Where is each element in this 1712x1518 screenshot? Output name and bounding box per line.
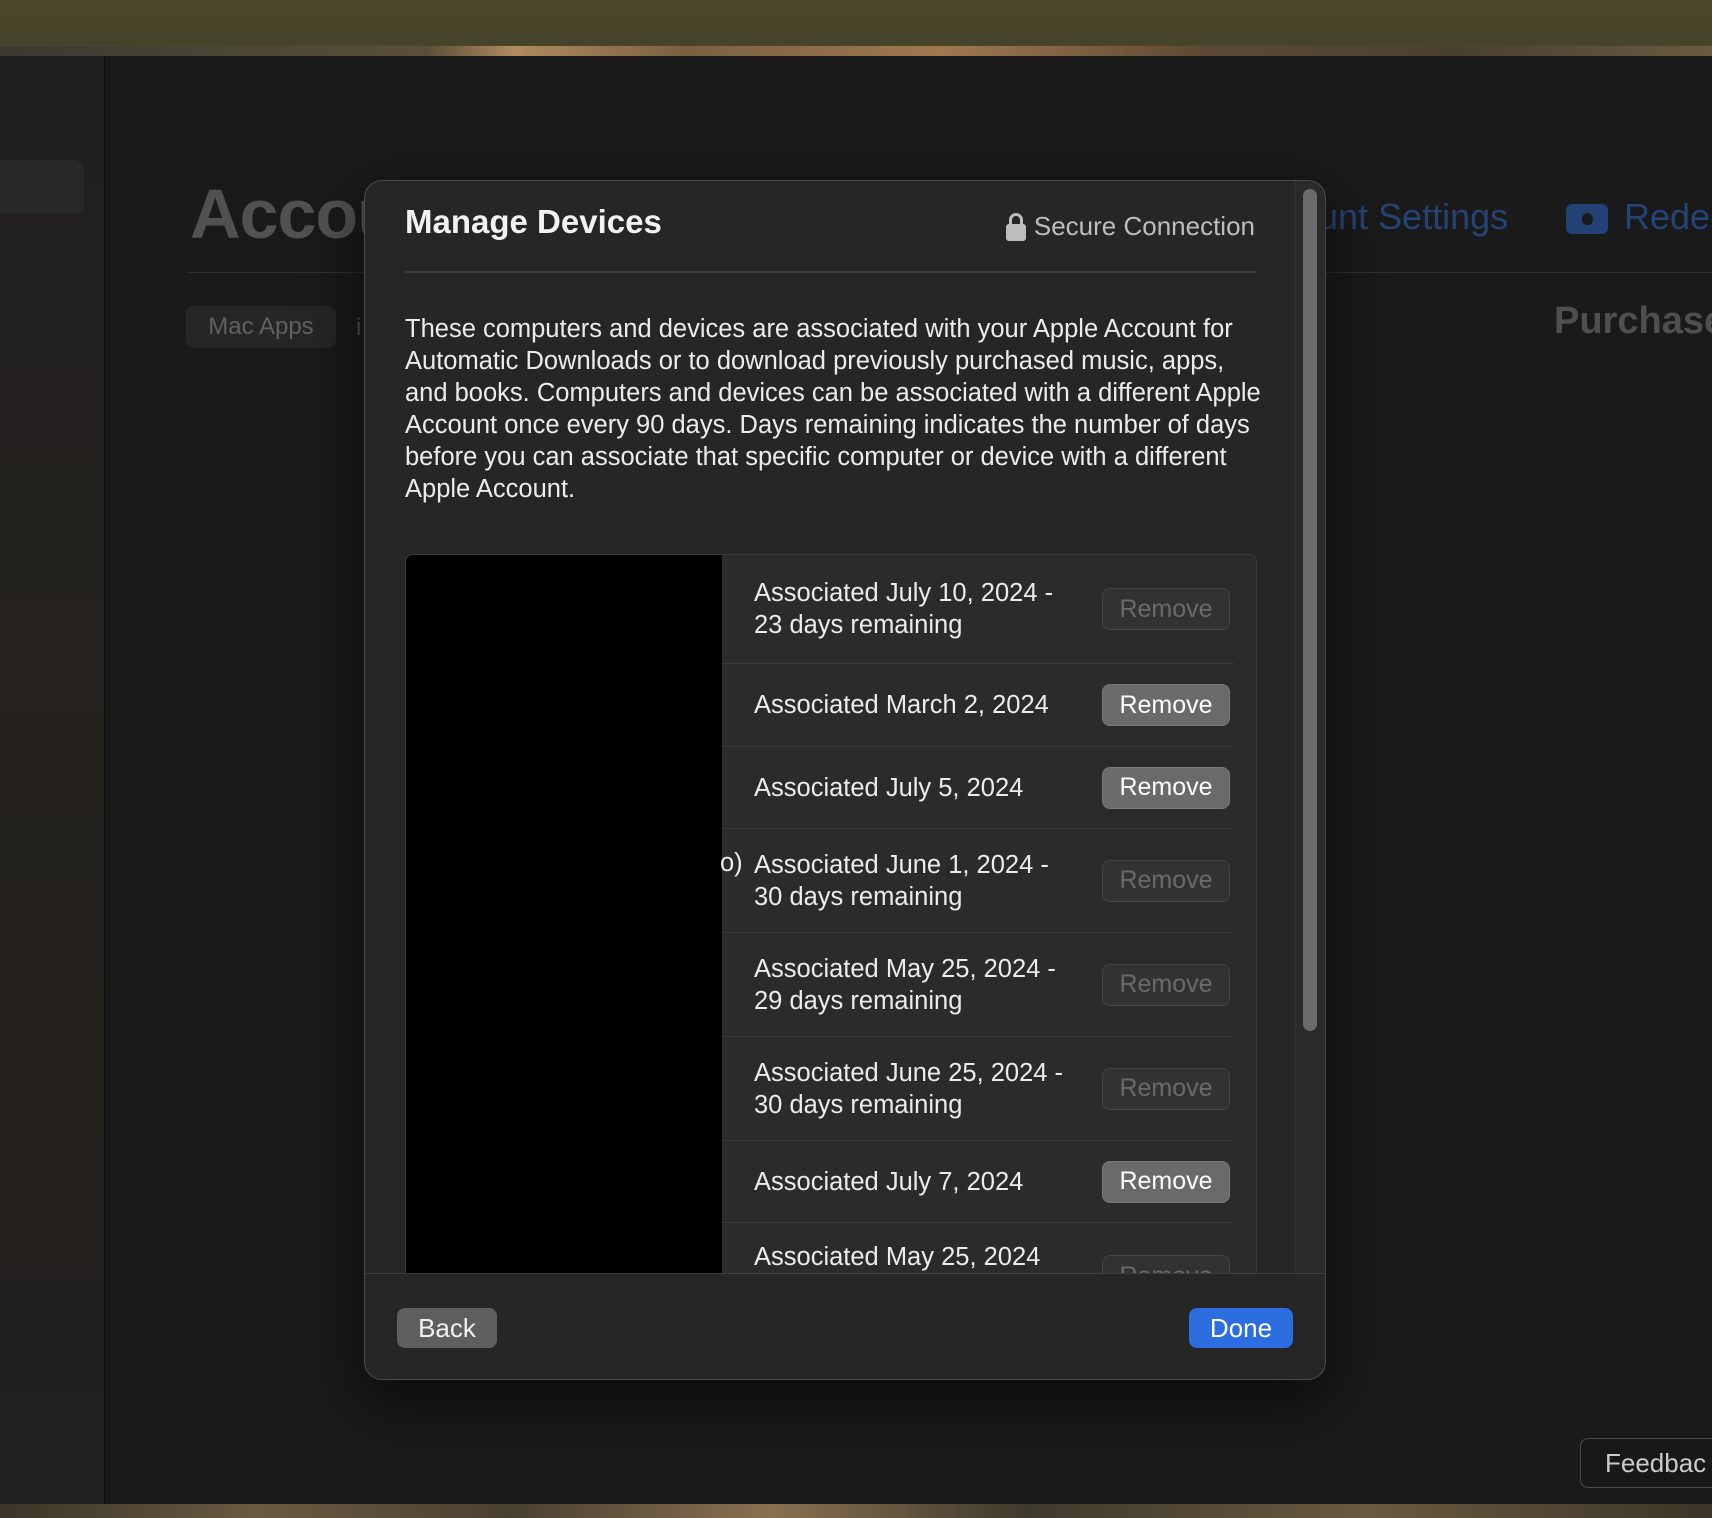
dialog-title: Manage Devices [405, 203, 662, 240]
desktop-wallpaper-bottom [0, 1504, 1712, 1518]
device-association-label: Associated July 7, 2024 [754, 1167, 1024, 1196]
device-list: Associated July 10, 2024 - 23 days remai… [405, 554, 1257, 1273]
secure-connection: Secure Connection [1005, 211, 1255, 242]
remove-device-button[interactable]: Remove [1102, 588, 1230, 630]
lock-icon [1005, 212, 1026, 241]
device-association-label: Associated June 25, 2024 - 30 days remai… [754, 1058, 1064, 1119]
device-row: Associated May 25, 2024 Remove [722, 1223, 1234, 1273]
device-name-fragment: o) [720, 849, 743, 877]
dialog-scrollbar-thumb[interactable] [1303, 189, 1317, 1031]
device-row: Associated July 7, 2024 Remove [722, 1141, 1234, 1223]
dialog-footer: Back Done [365, 1273, 1325, 1379]
remove-device-button[interactable]: Remove [1102, 1067, 1230, 1110]
device-association-label: Associated June 1, 2024 - 30 days remain… [754, 850, 1049, 911]
device-association-label: Associated July 10, 2024 - 23 days remai… [754, 579, 1054, 639]
secure-connection-label: Secure Connection [1033, 211, 1255, 241]
remove-device-button[interactable]: Remove [1102, 859, 1230, 902]
device-row: Associated March 2, 2024 Remove [722, 664, 1234, 747]
dialog-divider [405, 271, 1255, 273]
remove-device-button[interactable]: Remove [1102, 963, 1230, 1006]
remove-device-button[interactable]: Remove [1102, 684, 1230, 726]
remove-device-button[interactable]: Remove [1102, 766, 1230, 809]
desktop-wallpaper-strip [0, 46, 1712, 56]
dialog-scroll-area[interactable]: Manage Devices Secure Connection These c… [365, 181, 1325, 1273]
device-association-label: Associated May 25, 2024 - 29 days remain… [754, 954, 1056, 1015]
device-association-label: Associated March 2, 2024 [754, 691, 1049, 719]
device-row: Associated June 25, 2024 - 30 days remai… [722, 1037, 1234, 1141]
device-row: Associated July 5, 2024 Remove [722, 747, 1234, 829]
device-association-label: Associated July 5, 2024 [754, 773, 1024, 802]
back-button[interactable]: Back [397, 1308, 497, 1348]
remove-device-button[interactable]: Remove [1102, 1255, 1230, 1273]
dialog-description: These computers and devices are associat… [405, 315, 1261, 503]
manage-devices-dialog: Manage Devices Secure Connection These c… [364, 180, 1326, 1380]
done-button[interactable]: Done [1189, 1308, 1293, 1348]
device-association-label: Associated May 25, 2024 [754, 1243, 1041, 1271]
device-names-redacted [406, 555, 722, 1273]
remove-device-button[interactable]: Remove [1102, 1160, 1230, 1203]
device-row: o) Associated June 1, 2024 - 30 days rem… [720, 829, 1234, 933]
device-row: Associated May 25, 2024 - 29 days remain… [722, 933, 1234, 1037]
device-row: Associated July 10, 2024 - 23 days remai… [722, 555, 1234, 664]
